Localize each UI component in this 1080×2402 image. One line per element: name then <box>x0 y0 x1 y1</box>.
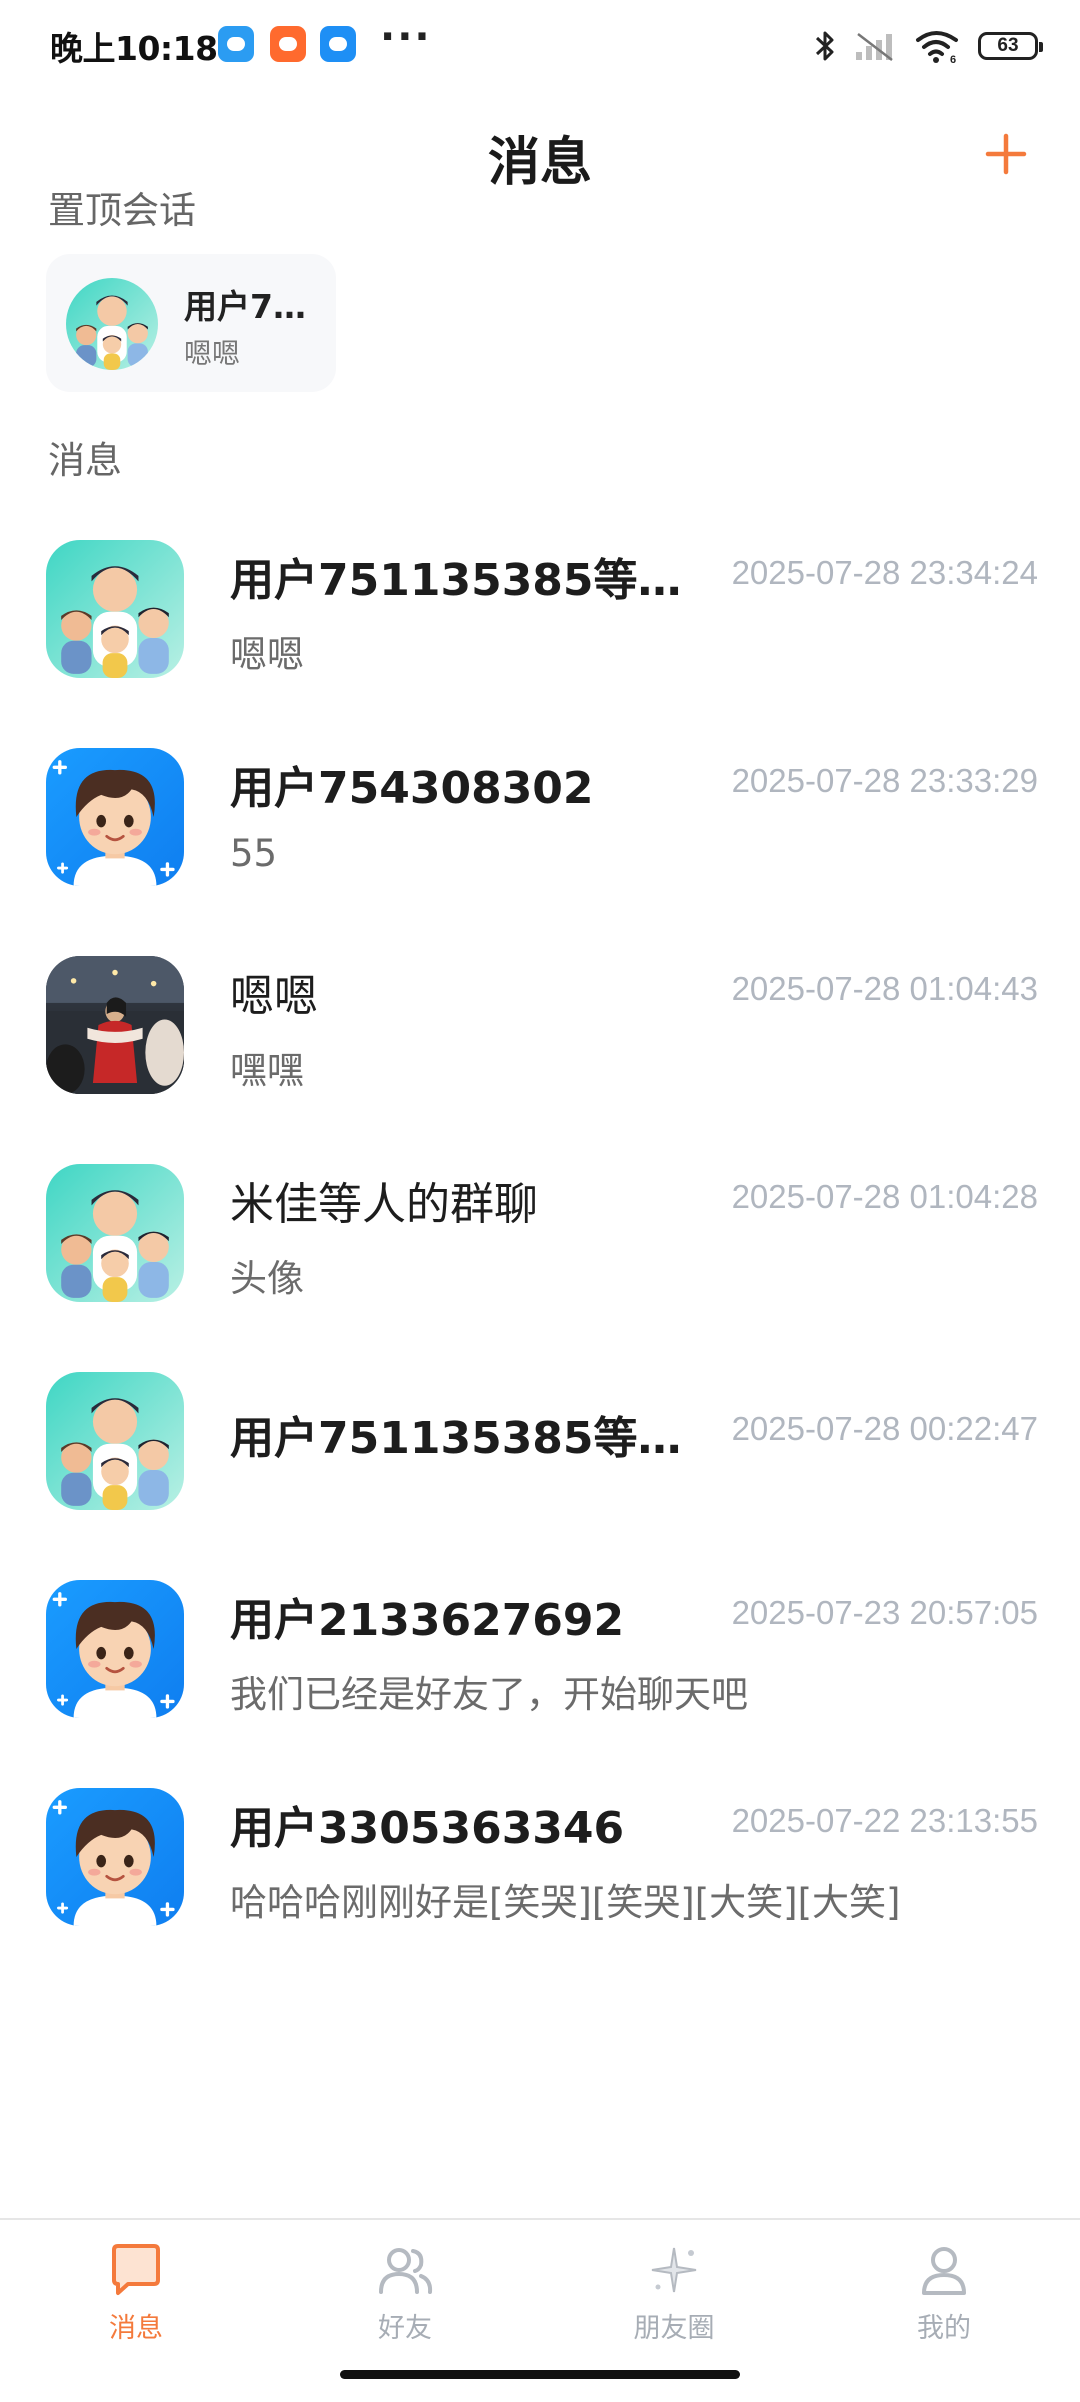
boy-avatar <box>46 1580 184 1718</box>
chat-time: 2025-07-28 23:34:24 <box>731 554 1038 591</box>
wifi-icon: 6 <box>916 31 958 64</box>
chat-name: 用户751135385等人的群聊 <box>230 1413 690 1464</box>
signal-icon <box>856 33 893 61</box>
chat-preview: 55 <box>230 832 278 875</box>
home-indicator[interactable] <box>340 2370 740 2379</box>
notes-app-icon <box>320 26 356 62</box>
more-notifications-icon: ··· <box>380 14 432 60</box>
group-avatar <box>46 1372 184 1510</box>
bluetooth-icon <box>815 31 834 61</box>
chat-name: 用户754308302 <box>230 763 594 814</box>
chat-time: 2025-07-28 01:04:28 <box>731 1178 1038 1215</box>
group-avatar <box>46 540 184 678</box>
message-list: 用户751135385等人的群聊 2025-07-28 23:34:24 嗯嗯 … <box>0 510 1080 1966</box>
chat-icon <box>112 2244 160 2295</box>
chat-list-item[interactable]: 用户2133627692 2025-07-23 20:57:05 我们已经是好友… <box>0 1550 1080 1758</box>
tab-messages[interactable]: 消息 <box>36 2240 236 2370</box>
pinned-chat-item[interactable]: 用户751135385等人的群聊 嗯嗯 <box>46 254 336 392</box>
tab-friends[interactable]: 好友 <box>305 2240 505 2370</box>
chat-time: 2025-07-28 23:33:29 <box>731 762 1038 799</box>
chat-list-item[interactable]: 用户751135385等人的群聊 2025-07-28 23:34:24 嗯嗯 <box>0 510 1080 718</box>
pinned-section-label: 置顶会话 <box>48 189 196 232</box>
chat-time: 2025-07-28 01:04:43 <box>731 970 1038 1007</box>
status-indicators: 6 63 <box>814 24 1043 68</box>
chat-name: 米佳等人的群聊 <box>230 1179 538 1230</box>
chat-time: 2025-07-23 20:57:05 <box>731 1594 1038 1631</box>
chat-preview: 我们已经是好友了，开始聊天吧 <box>230 1673 748 1716</box>
pinned-chat-preview: 嗯嗯 <box>184 337 241 370</box>
chat-list-item[interactable]: 用户754308302 2025-07-28 23:33:29 55 <box>0 718 1080 926</box>
chat-name: 用户3305363346 <box>230 1803 625 1854</box>
chat-name: 用户751135385等人的群聊 <box>230 555 690 606</box>
boy-avatar <box>46 1788 184 1926</box>
battery-indicator: 63 <box>978 32 1043 60</box>
tab-profile[interactable]: 我的 <box>844 2240 1044 2370</box>
tab-moments-label: 朋友圈 <box>633 2313 715 2344</box>
chat-name: 用户2133627692 <box>230 1595 625 1646</box>
moments-icon <box>651 2247 697 2293</box>
chat-list-item[interactable]: 用户3305363346 2025-07-22 23:13:55 哈哈哈刚刚好是… <box>0 1758 1080 1966</box>
profile-icon <box>922 2247 966 2295</box>
chat-preview: 嗯嗯 <box>230 633 304 676</box>
mi-store-icon <box>270 26 306 62</box>
chat-preview: 哈哈哈刚刚好是[笑哭][笑哭][大笑][大笑] <box>230 1881 901 1924</box>
cloud-app-icon <box>218 26 254 62</box>
boy-avatar <box>46 748 184 886</box>
svg-text:6: 6 <box>950 54 956 64</box>
plus-icon[interactable] <box>982 130 1030 178</box>
photo-avatar <box>46 956 184 1094</box>
status-bar: 晚上10:18 ··· 6 63 <box>0 0 1080 92</box>
tab-moments[interactable]: 朋友圈 <box>574 2240 774 2370</box>
chat-list-item[interactable]: 米佳等人的群聊 2025-07-28 01:04:28 头像 <box>0 1134 1080 1342</box>
chat-list-item[interactable]: 用户751135385等人的群聊 2025-07-28 00:22:47 <box>0 1342 1080 1550</box>
group-avatar <box>66 278 158 370</box>
chat-preview: 嘿嘿 <box>230 1049 304 1092</box>
pinned-chat-name: 用户751135385等人的群聊 <box>184 287 324 326</box>
chat-preview: 头像 <box>230 1257 304 1300</box>
messages-section-label: 消息 <box>48 439 122 482</box>
friends-icon <box>379 2248 433 2294</box>
tab-friends-label: 好友 <box>378 2313 432 2344</box>
tab-messages-label: 消息 <box>109 2313 163 2344</box>
status-time: 晚上10:18 <box>50 29 218 68</box>
chat-time: 2025-07-22 23:13:55 <box>731 1802 1038 1839</box>
chat-name: 嗯嗯 <box>230 971 318 1022</box>
group-avatar <box>46 1164 184 1302</box>
chat-time: 2025-07-28 00:22:47 <box>731 1410 1038 1447</box>
tab-profile-label: 我的 <box>917 2313 971 2344</box>
chat-list-item[interactable]: 嗯嗯 2025-07-28 01:04:43 嘿嘿 <box>0 926 1080 1134</box>
